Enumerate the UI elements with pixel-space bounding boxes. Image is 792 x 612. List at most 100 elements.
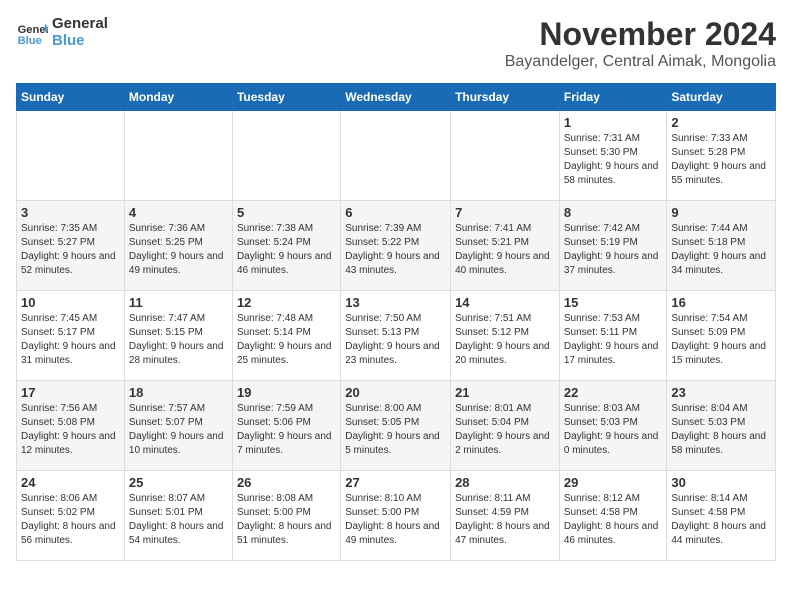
logo-icon: General Blue [16, 17, 48, 49]
weekday-header-friday: Friday [559, 84, 667, 111]
calendar-cell: 11 Sunrise: 7:47 AMSunset: 5:15 PMDayligh… [124, 291, 232, 381]
calendar-table: SundayMondayTuesdayWednesdayThursdayFrid… [16, 83, 776, 561]
week-row-5: 24Sunrise: 8:06 AMSunset: 5:02 PMDayligh… [17, 471, 776, 561]
day-info: Sunrise: 7:57 AMSunset: 5:07 PMDaylight:… [129, 402, 228, 458]
day-number: 12 [237, 295, 336, 310]
location-title: Bayandelger, Central Aimak, Mongolia [505, 53, 776, 71]
weekday-header-sunday: Sunday [17, 84, 125, 111]
day-info: Sunrise: 7:36 AMSunset: 5:25 PMDaylight:… [129, 222, 228, 278]
calendar-cell: 30Sunrise: 8:14 AMSunset: 4:58 PMDayligh… [667, 471, 776, 561]
weekday-header-saturday: Saturday [667, 84, 776, 111]
day-number: 3 [21, 205, 120, 220]
day-info: Sunrise: 8:12 AMSunset: 4:58 PMDaylight:… [564, 492, 663, 548]
weekday-header-row: SundayMondayTuesdayWednesdayThursdayFrid… [17, 84, 776, 111]
calendar-cell: 4 Sunrise: 7:36 AMSunset: 5:25 PMDaylight… [124, 201, 232, 291]
day-number: 22 [564, 385, 663, 400]
day-number: 2 [671, 115, 771, 130]
weekday-header-tuesday: Tuesday [232, 84, 340, 111]
day-number: 28 [455, 475, 555, 490]
day-number: 21 [455, 385, 555, 400]
day-info: Sunrise: 8:03 AMSunset: 5:03 PMDaylight:… [564, 402, 663, 458]
day-number: 8 [564, 205, 663, 220]
day-number: 11 [129, 295, 228, 310]
day-number: 1 [564, 115, 663, 130]
day-info: Sunrise: 8:11 AMSunset: 4:59 PMDaylight:… [455, 492, 555, 548]
day-number: 5 [237, 205, 336, 220]
day-number: 19 [237, 385, 336, 400]
day-number: 27 [345, 475, 446, 490]
day-number: 20 [345, 385, 446, 400]
calendar-cell: 12Sunrise: 7:48 AMSunset: 5:14 PMDayligh… [232, 291, 340, 381]
day-number: 30 [671, 475, 771, 490]
weekday-header-thursday: Thursday [451, 84, 560, 111]
calendar-cell [232, 111, 340, 201]
calendar-cell: 1Sunrise: 7:31 AMSunset: 5:30 PMDaylight… [559, 111, 667, 201]
day-number: 15 [564, 295, 663, 310]
calendar-cell: 8 Sunrise: 7:42 AMSunset: 5:19 PMDaylight… [559, 201, 667, 291]
day-number: 14 [455, 295, 555, 310]
calendar-cell: 28 Sunrise: 8:11 AMSunset: 4:59 PMDayligh… [451, 471, 560, 561]
logo-blue: Blue [52, 33, 108, 50]
day-number: 17 [21, 385, 120, 400]
svg-text:Blue: Blue [18, 35, 42, 47]
day-info: Sunrise: 7:50 AMSunset: 5:13 PMDaylight:… [345, 312, 446, 368]
day-info: Sunrise: 7:59 AMSunset: 5:06 PMDaylight:… [237, 402, 336, 458]
calendar-cell: 26Sunrise: 8:08 AMSunset: 5:00 PMDayligh… [232, 471, 340, 561]
calendar-cell: 3 Sunrise: 7:35 AMSunset: 5:27 PMDaylight… [17, 201, 125, 291]
day-number: 13 [345, 295, 446, 310]
calendar-cell: 25 Sunrise: 8:07 AMSunset: 5:01 PMDayligh… [124, 471, 232, 561]
day-info: Sunrise: 7:39 AMSunset: 5:22 PMDaylight:… [345, 222, 446, 278]
day-info: Sunrise: 7:41 AMSunset: 5:21 PMDaylight:… [455, 222, 555, 278]
calendar-cell: 2 Sunrise: 7:33 AMSunset: 5:28 PMDaylight… [667, 111, 776, 201]
calendar-cell: 18 Sunrise: 7:57 AMSunset: 5:07 PMDayligh… [124, 381, 232, 471]
calendar-cell: 14 Sunrise: 7:51 AMSunset: 5:12 PMDayligh… [451, 291, 560, 381]
day-number: 4 [129, 205, 228, 220]
page-header: General Blue General Blue November 2024 … [16, 16, 776, 71]
day-info: Sunrise: 7:51 AMSunset: 5:12 PMDaylight:… [455, 312, 555, 368]
day-number: 26 [237, 475, 336, 490]
week-row-4: 17 Sunrise: 7:56 AMSunset: 5:08 PMDayligh… [17, 381, 776, 471]
day-info: Sunrise: 7:33 AMSunset: 5:28 PMDaylight:… [671, 132, 771, 188]
calendar-cell: 22 Sunrise: 8:03 AMSunset: 5:03 PMDayligh… [559, 381, 667, 471]
day-info: Sunrise: 7:54 AMSunset: 5:09 PMDaylight:… [671, 312, 771, 368]
day-info: Sunrise: 8:01 AMSunset: 5:04 PMDaylight:… [455, 402, 555, 458]
day-info: Sunrise: 8:04 AMSunset: 5:03 PMDaylight:… [671, 402, 771, 458]
calendar-cell: 13 Sunrise: 7:50 AMSunset: 5:13 PMDayligh… [341, 291, 451, 381]
calendar-cell: 5 Sunrise: 7:38 AMSunset: 5:24 PMDaylight… [232, 201, 340, 291]
calendar-cell [124, 111, 232, 201]
day-number: 24 [21, 475, 120, 490]
day-number: 10 [21, 295, 120, 310]
day-number: 25 [129, 475, 228, 490]
day-number: 16 [671, 295, 771, 310]
calendar-cell [341, 111, 451, 201]
day-info: Sunrise: 8:10 AMSunset: 5:00 PMDaylight:… [345, 492, 446, 548]
day-info: Sunrise: 7:44 AMSunset: 5:18 PMDaylight:… [671, 222, 771, 278]
calendar-cell: 20Sunrise: 8:00 AMSunset: 5:05 PMDayligh… [341, 381, 451, 471]
calendar-cell: 6Sunrise: 7:39 AMSunset: 5:22 PMDaylight… [341, 201, 451, 291]
month-title: November 2024 [505, 16, 776, 53]
calendar-cell [451, 111, 560, 201]
calendar-cell: 16 Sunrise: 7:54 AMSunset: 5:09 PMDayligh… [667, 291, 776, 381]
day-info: Sunrise: 8:07 AMSunset: 5:01 PMDaylight:… [129, 492, 228, 548]
calendar-cell: 24Sunrise: 8:06 AMSunset: 5:02 PMDayligh… [17, 471, 125, 561]
week-row-1: 1Sunrise: 7:31 AMSunset: 5:30 PMDaylight… [17, 111, 776, 201]
calendar-cell: 23 Sunrise: 8:04 AMSunset: 5:03 PMDayligh… [667, 381, 776, 471]
calendar-cell: 15 Sunrise: 7:53 AMSunset: 5:11 PMDayligh… [559, 291, 667, 381]
svg-text:General: General [18, 24, 48, 36]
day-info: Sunrise: 7:42 AMSunset: 5:19 PMDaylight:… [564, 222, 663, 278]
day-info: Sunrise: 7:35 AMSunset: 5:27 PMDaylight:… [21, 222, 120, 278]
calendar-cell: 27 Sunrise: 8:10 AMSunset: 5:00 PMDayligh… [341, 471, 451, 561]
week-row-3: 10Sunrise: 7:45 AMSunset: 5:17 PMDayligh… [17, 291, 776, 381]
day-info: Sunrise: 7:38 AMSunset: 5:24 PMDaylight:… [237, 222, 336, 278]
calendar-cell: 9Sunrise: 7:44 AMSunset: 5:18 PMDaylight… [667, 201, 776, 291]
day-number: 23 [671, 385, 771, 400]
calendar-cell: 7 Sunrise: 7:41 AMSunset: 5:21 PMDaylight… [451, 201, 560, 291]
day-info: Sunrise: 7:47 AMSunset: 5:15 PMDaylight:… [129, 312, 228, 368]
day-number: 7 [455, 205, 555, 220]
day-number: 18 [129, 385, 228, 400]
day-info: Sunrise: 7:53 AMSunset: 5:11 PMDaylight:… [564, 312, 663, 368]
weekday-header-wednesday: Wednesday [341, 84, 451, 111]
day-info: Sunrise: 7:56 AMSunset: 5:08 PMDaylight:… [21, 402, 120, 458]
calendar-cell [17, 111, 125, 201]
logo: General Blue General Blue [16, 16, 108, 49]
